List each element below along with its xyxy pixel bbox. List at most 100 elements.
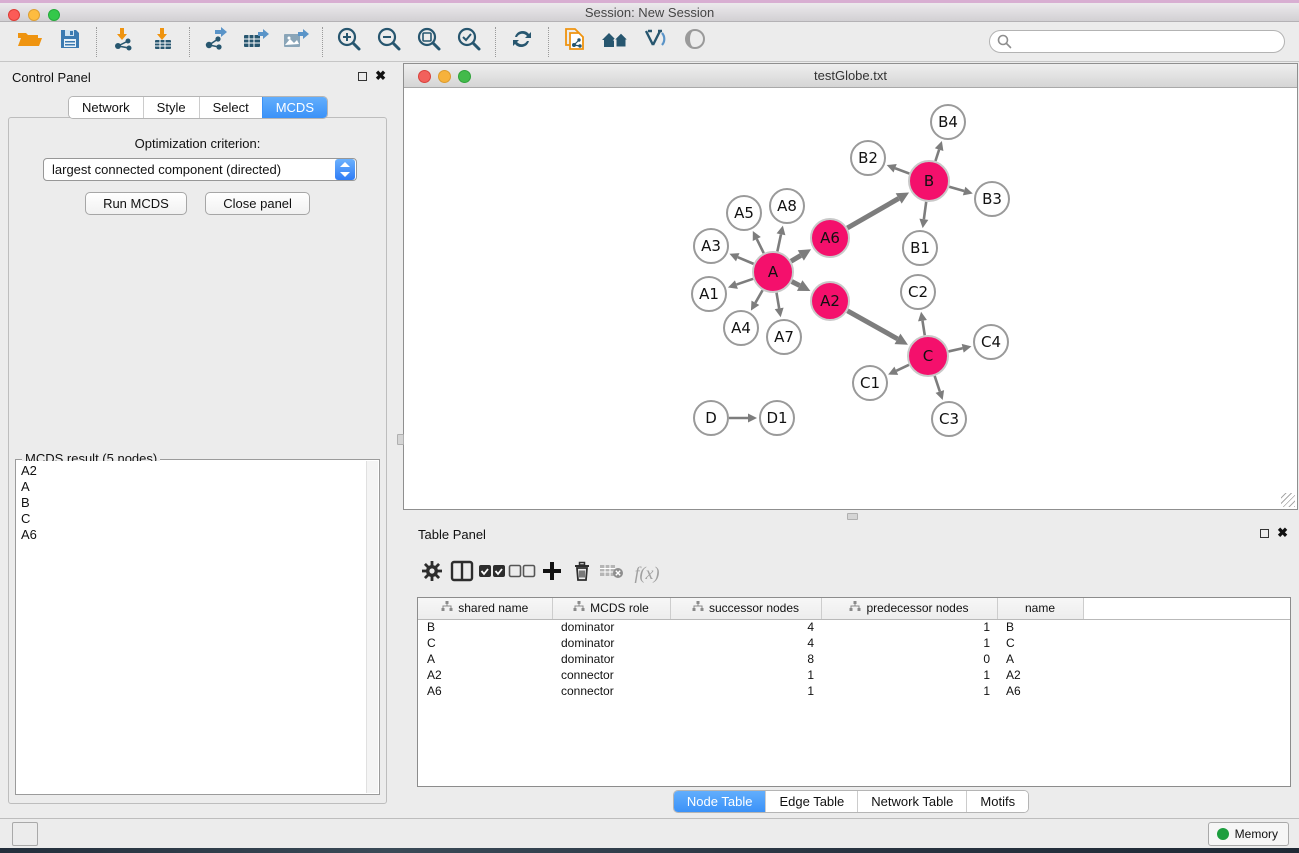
hide-panel-button[interactable] [635, 26, 675, 58]
mcds-result-list[interactable]: A2ABCA6 [17, 461, 366, 793]
tab-edge-table[interactable]: Edge Table [765, 791, 857, 812]
table-row[interactable]: Cdominator41C [418, 635, 1291, 651]
graph-node-C2[interactable]: C2 [901, 275, 935, 309]
network-canvas[interactable]: AA1A2A3A4A5A6A7A8BB1B2B3B4CC1C2C3C4DD1 [404, 89, 1297, 509]
graph-node-D1[interactable]: D1 [760, 401, 794, 435]
table-cell[interactable]: 1 [821, 667, 997, 683]
tab-select[interactable]: Select [199, 97, 262, 118]
close-panel-button[interactable]: Close panel [205, 192, 310, 215]
graph-edge-B-B4[interactable] [935, 150, 939, 161]
export-network-button[interactable] [196, 26, 236, 58]
fx-button[interactable]: f(x) [627, 557, 667, 589]
save-button[interactable] [50, 26, 90, 58]
graph-node-A4[interactable]: A4 [724, 311, 758, 345]
graph-edge-A-A8[interactable] [777, 234, 781, 251]
table-close-icon[interactable]: ✖ [1277, 525, 1288, 541]
graph-edge-C-C3[interactable] [935, 376, 940, 392]
result-scrollbar[interactable] [366, 461, 378, 793]
search-input[interactable] [989, 30, 1285, 53]
table-cell[interactable]: connector [552, 667, 670, 683]
memory-button[interactable]: Memory [1208, 822, 1289, 846]
table-cell[interactable]: 1 [670, 667, 821, 683]
open-button[interactable] [10, 26, 50, 58]
graph-node-A2[interactable]: A2 [811, 282, 849, 320]
table-cell[interactable]: A2 [997, 667, 1083, 683]
table-cell[interactable]: dominator [552, 651, 670, 667]
select-all-button[interactable] [477, 557, 507, 589]
graph-node-B2[interactable]: B2 [851, 141, 885, 175]
graph-edge-A2-C[interactable] [847, 311, 897, 339]
table-cell[interactable]: B [418, 619, 552, 635]
tab-mcds[interactable]: MCDS [262, 97, 327, 118]
table-cell[interactable]: 4 [670, 619, 821, 635]
graph-node-B3[interactable]: B3 [975, 182, 1009, 216]
table-cell[interactable]: 4 [670, 635, 821, 651]
graph-edge-A-A3[interactable] [738, 257, 754, 264]
close-panel-icon[interactable]: ✖ [375, 68, 386, 84]
result-item[interactable]: A [17, 479, 366, 495]
table-cell[interactable]: dominator [552, 635, 670, 651]
table-row[interactable]: A2connector11A2 [418, 667, 1291, 683]
table-row[interactable]: Adominator80A [418, 651, 1291, 667]
table-cell[interactable]: A6 [997, 683, 1083, 699]
table-row[interactable]: Bdominator41B [418, 619, 1291, 635]
network-window-titlebar[interactable]: testGlobe.txt [404, 64, 1297, 88]
table-cell[interactable]: 1 [821, 683, 997, 699]
table-cell[interactable]: C [418, 635, 552, 651]
graph-node-C[interactable]: C [908, 336, 948, 376]
criterion-select[interactable]: largest connected component (directed) [43, 158, 357, 181]
table-cell[interactable]: connector [552, 683, 670, 699]
clone-network-button[interactable] [555, 26, 595, 58]
node-table-container[interactable]: shared nameMCDS rolesuccessor nodesprede… [417, 597, 1291, 787]
gear-button[interactable] [417, 557, 447, 589]
deselect-all-button[interactable] [507, 557, 537, 589]
graph-node-B1[interactable]: B1 [903, 231, 937, 265]
import-table-button[interactable] [143, 26, 183, 58]
column-header-MCDS-role[interactable]: MCDS role [552, 598, 670, 619]
graph-edge-A-A1[interactable] [736, 279, 753, 285]
eye-button[interactable] [675, 26, 715, 58]
tab-node-table[interactable]: Node Table [674, 791, 766, 812]
table-cell[interactable]: A [997, 651, 1083, 667]
graph-node-B[interactable]: B [909, 161, 949, 201]
columns-button[interactable] [447, 557, 477, 589]
graph-edge-A-A2[interactable] [792, 282, 800, 286]
graph-edge-A-A6[interactable] [791, 255, 801, 261]
graph-node-A5[interactable]: A5 [727, 196, 761, 230]
table-cell[interactable]: 8 [670, 651, 821, 667]
delete-table-button[interactable] [597, 557, 627, 589]
graph-edge-C-C4[interactable] [948, 348, 962, 351]
resize-grip[interactable] [1281, 493, 1295, 507]
result-item[interactable]: B [17, 495, 366, 511]
tab-network-table[interactable]: Network Table [857, 791, 966, 812]
graph-edge-A-A5[interactable] [757, 239, 764, 253]
table-float-icon[interactable] [1260, 529, 1269, 538]
graph-node-C3[interactable]: C3 [932, 402, 966, 436]
column-header-predecessor-nodes[interactable]: predecessor nodes [821, 598, 997, 619]
table-cell[interactable]: 1 [821, 619, 997, 635]
graph-edge-C-C2[interactable] [922, 321, 924, 336]
vertical-splitter-handle[interactable] [397, 434, 404, 445]
graph-node-A[interactable]: A [753, 252, 793, 292]
result-item[interactable]: A2 [17, 463, 366, 479]
add-button[interactable] [537, 557, 567, 589]
graph-node-A8[interactable]: A8 [770, 189, 804, 223]
graph-edge-B-B2[interactable] [895, 168, 909, 173]
column-header-name[interactable]: name [997, 598, 1083, 619]
zoom-in-button[interactable] [329, 26, 369, 58]
table-cell[interactable]: A [418, 651, 552, 667]
graph-node-D[interactable]: D [694, 401, 728, 435]
zoom-fit-button[interactable] [409, 26, 449, 58]
graph-edge-A-A7[interactable] [777, 293, 780, 309]
table-cell[interactable]: C [997, 635, 1083, 651]
column-header-shared-name[interactable]: shared name [418, 598, 552, 619]
table-cell[interactable]: 0 [821, 651, 997, 667]
table-cell[interactable]: A6 [418, 683, 552, 699]
title-bar[interactable]: Session: New Session [0, 0, 1299, 22]
export-image-button[interactable] [276, 26, 316, 58]
table-row[interactable]: A6connector11A6 [418, 683, 1291, 699]
export-table-button[interactable] [236, 26, 276, 58]
tab-network[interactable]: Network [69, 97, 143, 118]
import-network-button[interactable] [103, 26, 143, 58]
graph-edge-C-C1[interactable] [896, 365, 909, 371]
